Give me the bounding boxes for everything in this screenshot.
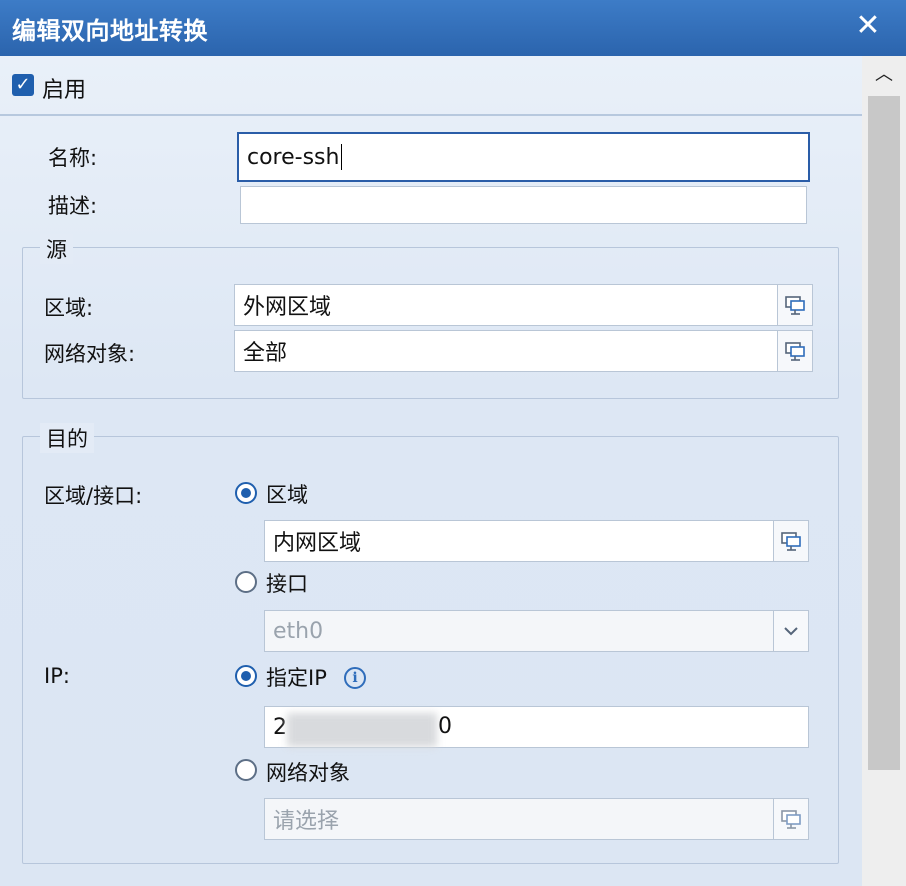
source-zone-field[interactable]: 外网区域 (234, 284, 813, 326)
info-icon[interactable]: i (344, 667, 366, 689)
dialog-titlebar: 编辑双向地址转换 ✕ (0, 0, 906, 56)
radio-zone-label[interactable]: 区域 (266, 479, 308, 509)
description-input[interactable] (240, 186, 807, 224)
network-object-placeholder: 请选择 (273, 809, 340, 834)
chevron-down-icon[interactable] (773, 611, 808, 651)
ip-value-end: 0 (438, 714, 452, 739)
source-netobj-field[interactable]: 全部 (234, 330, 813, 372)
ip-value-start: 2 (273, 714, 287, 740)
name-input[interactable]: core-ssh (237, 132, 810, 182)
radio-interface[interactable] (235, 571, 257, 593)
radio-zone[interactable] (235, 482, 257, 504)
object-picker-icon[interactable] (773, 521, 808, 561)
chevron-up-icon[interactable]: ︿ (862, 56, 906, 94)
enable-label: 启用 (42, 78, 87, 103)
description-label: 描述: (48, 194, 98, 218)
enable-checkbox[interactable]: ✓ (12, 74, 34, 96)
interface-select-value: eth0 (273, 618, 324, 644)
vertical-scrollbar[interactable]: ︿ (862, 56, 906, 886)
source-netobj-label: 网络对象: (44, 342, 136, 366)
radio-specified-ip[interactable] (235, 665, 257, 687)
redacted-ip-segment (287, 713, 437, 747)
name-input-value: core-ssh (247, 144, 340, 170)
source-legend: 源 (40, 234, 73, 264)
dialog-title: 编辑双向地址转换 (12, 17, 208, 45)
destination-zone-value: 内网区域 (273, 531, 362, 556)
radio-network-object-label[interactable]: 网络对象 (266, 757, 350, 787)
source-zone-label: 区域: (44, 296, 94, 320)
zone-interface-label: 区域/接口: (44, 484, 143, 508)
text-caret (341, 144, 343, 170)
network-object-field[interactable]: 请选择 (264, 798, 809, 840)
divider (0, 114, 862, 116)
name-label: 名称: (48, 146, 98, 170)
radio-network-object[interactable] (235, 759, 257, 781)
close-icon[interactable]: ✕ (848, 6, 888, 46)
radio-interface-label[interactable]: 接口 (266, 568, 308, 598)
object-picker-icon[interactable] (777, 331, 812, 371)
radio-specified-ip-label[interactable]: 指定IP (266, 662, 327, 692)
source-zone-value: 外网区域 (243, 295, 332, 320)
destination-zone-field[interactable]: 内网区域 (264, 520, 809, 562)
object-picker-icon[interactable] (777, 285, 812, 325)
scrollbar-thumb[interactable] (868, 96, 900, 770)
interface-select[interactable]: eth0 (264, 610, 809, 652)
object-picker-icon[interactable] (773, 799, 808, 839)
ip-input[interactable]: 2 0 (264, 706, 809, 748)
source-netobj-value: 全部 (243, 341, 288, 366)
destination-legend: 目的 (40, 423, 94, 453)
ip-label: IP: (44, 664, 70, 688)
